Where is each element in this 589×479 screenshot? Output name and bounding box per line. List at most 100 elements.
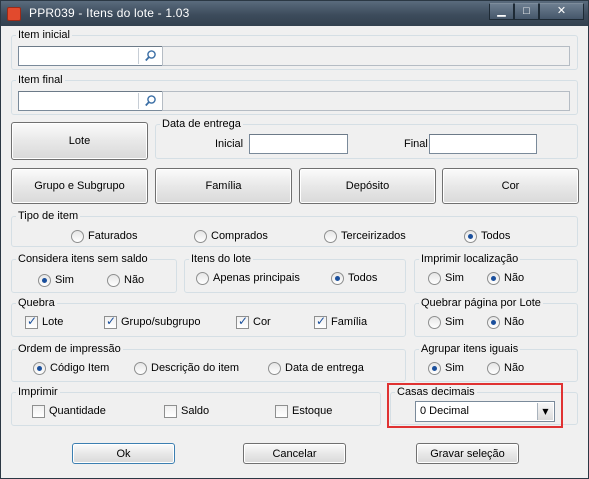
quebra-grupo-label: Grupo/subgrupo [121, 316, 201, 328]
cancelar-button[interactable]: Cancelar [243, 443, 346, 464]
agrupar-sim-radio[interactable] [428, 362, 441, 375]
agrupar-itens-group: Agrupar itens iguais Sim Não [414, 342, 578, 382]
item-final-description [162, 91, 570, 111]
imprimir-saldo-label: Saldo [181, 405, 210, 417]
sem-saldo-nao-label: Não [124, 274, 145, 286]
item-final-label: Item final [16, 73, 65, 87]
imprimir-group: Imprimir Quantidade Saldo Estoque [11, 385, 381, 426]
title-bar[interactable]: PPR039 - Itens do lote - 1.03 ▁ □ ✕ [1, 1, 588, 26]
localizacao-nao-radio[interactable] [487, 272, 500, 285]
agrupar-sim-label: Sim [445, 362, 464, 374]
deposito-button[interactable]: Depósito [299, 168, 436, 204]
imprimir-quantidade-checkbox[interactable] [32, 405, 45, 418]
quebra-cor-checkbox[interactable] [236, 314, 249, 329]
imprimir-estoque-checkbox[interactable] [275, 405, 288, 418]
data-entrega-label: Data de entrega [160, 117, 243, 131]
familia-button-label: Família [205, 180, 242, 192]
sem-saldo-sim-radio[interactable] [38, 274, 51, 287]
item-inicial-input[interactable] [18, 46, 163, 66]
localizacao-sim-radio[interactable] [428, 272, 441, 285]
ordem-descricao-radio[interactable] [134, 362, 147, 375]
sem-saldo-sim-label: Sim [55, 274, 74, 286]
tipo-faturados-label: Faturados [88, 230, 138, 242]
gravar-selecao-button-label: Gravar seleção [430, 447, 505, 460]
imprimir-localizacao-group: Imprimir localização Sim Não [414, 252, 578, 293]
data-final-input[interactable] [429, 134, 537, 154]
dialog-body: Item inicial Item final Lote Data de ent… [1, 26, 588, 478]
data-entrega-group: Data de entrega Inicial Final [155, 117, 578, 159]
item-inicial-description [162, 46, 570, 66]
tipo-todos-label: Todos [481, 230, 511, 242]
quebra-familia-checkbox[interactable] [314, 314, 327, 329]
ordem-data-radio[interactable] [268, 362, 281, 375]
quebra-grupo-checkbox[interactable] [104, 314, 117, 329]
app-icon [7, 7, 21, 21]
itens-lote-principais-label: Apenas principais [213, 272, 300, 284]
itens-lote-principais-radio[interactable] [196, 272, 209, 285]
localizacao-nao-label: Não [504, 272, 525, 284]
ok-button[interactable]: Ok [72, 443, 175, 464]
quebrar-pagina-nao-label: Não [504, 316, 525, 328]
itens-lote-label: Itens do lote [189, 252, 253, 266]
tipo-terceirizados-radio[interactable] [324, 230, 337, 243]
quebra-label: Quebra [16, 296, 57, 310]
lote-button[interactable]: Lote [11, 122, 148, 160]
item-final-group: Item final [11, 73, 578, 115]
ordem-data-label: Data de entrega [285, 362, 364, 374]
agrupar-nao-radio[interactable] [487, 362, 500, 375]
maximize-button[interactable]: □ [514, 3, 539, 20]
tipo-faturados-radio[interactable] [71, 230, 84, 243]
tipo-comprados-radio[interactable] [194, 230, 207, 243]
data-inicial-input[interactable] [249, 134, 348, 154]
quebra-lote-checkbox[interactable] [25, 314, 38, 329]
close-button[interactable]: ✕ [539, 3, 584, 20]
considera-sem-saldo-label: Considera itens sem saldo [16, 252, 150, 266]
dialog-window: PPR039 - Itens do lote - 1.03 ▁ □ ✕ Item… [0, 0, 589, 479]
tipo-todos-radio[interactable] [464, 230, 477, 243]
localizacao-sim-label: Sim [445, 272, 464, 284]
sem-saldo-nao-radio[interactable] [107, 274, 120, 287]
search-icon [145, 95, 156, 107]
imprimir-quantidade-label: Quantidade [49, 405, 106, 417]
quebra-group: Quebra Lote Grupo/subgrupo Cor Família [11, 296, 406, 337]
search-icon [145, 50, 156, 62]
familia-button[interactable]: Família [155, 168, 292, 204]
grupo-subgrupo-button[interactable]: Grupo e Subgrupo [11, 168, 148, 204]
cor-button-label: Cor [501, 180, 520, 192]
quebrar-pagina-sim-radio[interactable] [428, 316, 441, 329]
item-inicial-search-button[interactable] [138, 48, 161, 64]
quebrar-pagina-nao-radio[interactable] [487, 316, 500, 329]
imprimir-estoque-label: Estoque [292, 405, 333, 417]
quebra-familia-label: Família [331, 316, 368, 328]
item-final-input[interactable] [18, 91, 163, 111]
tipo-terceirizados-label: Terceirizados [341, 230, 406, 242]
itens-lote-group: Itens do lote Apenas principais Todos [184, 252, 406, 293]
ordem-impressao-group: Ordem de impressão Código Item Descrição… [11, 342, 406, 382]
quebrar-pagina-sim-label: Sim [445, 316, 464, 328]
tipo-item-group: Tipo de item Faturados Comprados Terceir… [11, 209, 578, 247]
quebra-cor-label: Cor [253, 316, 271, 328]
imprimir-saldo-checkbox[interactable] [164, 405, 177, 418]
itens-lote-todos-radio[interactable] [331, 272, 344, 285]
ordem-codigo-label: Código Item [50, 362, 110, 374]
imprimir-localizacao-label: Imprimir localização [419, 252, 521, 266]
item-final-search-button[interactable] [138, 93, 161, 109]
ok-button-label: Ok [116, 447, 131, 460]
grupo-subgrupo-button-label: Grupo e Subgrupo [34, 180, 125, 192]
quebrar-pagina-group: Quebrar página por Lote Sim Não [414, 296, 578, 337]
agrupar-nao-label: Não [504, 362, 525, 374]
highlight-box [387, 383, 563, 428]
minimize-button[interactable]: ▁ [489, 3, 514, 20]
quebrar-pagina-label: Quebrar página por Lote [419, 296, 543, 310]
cancelar-button-label: Cancelar [272, 447, 317, 460]
ordem-codigo-radio[interactable] [33, 362, 46, 375]
ordem-impressao-label: Ordem de impressão [16, 342, 123, 356]
imprimir-label: Imprimir [16, 385, 60, 399]
data-inicial-label: Inicial [215, 138, 244, 150]
considera-sem-saldo-group: Considera itens sem saldo Sim Não [11, 252, 177, 293]
cor-button[interactable]: Cor [442, 168, 579, 204]
gravar-selecao-button[interactable]: Gravar seleção [416, 443, 519, 464]
tipo-comprados-label: Comprados [211, 230, 268, 242]
agrupar-itens-label: Agrupar itens iguais [419, 342, 521, 356]
data-final-label: Final [404, 138, 428, 150]
